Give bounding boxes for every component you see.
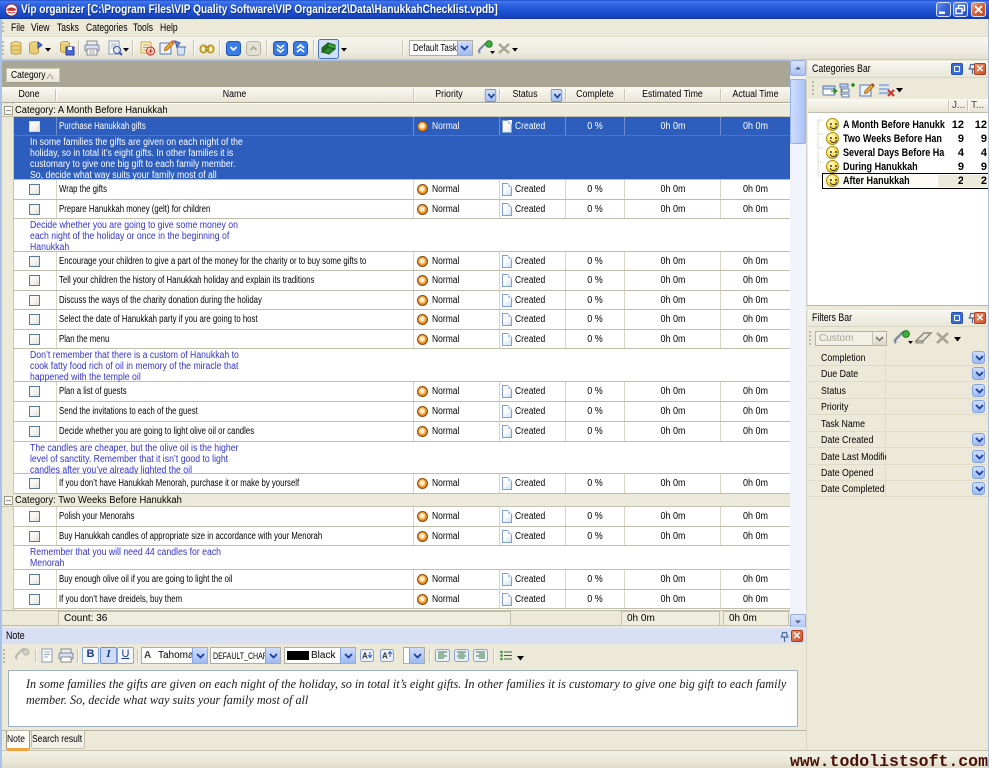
svg-text:A: A: [382, 652, 388, 661]
svg-text:A: A: [362, 652, 368, 661]
